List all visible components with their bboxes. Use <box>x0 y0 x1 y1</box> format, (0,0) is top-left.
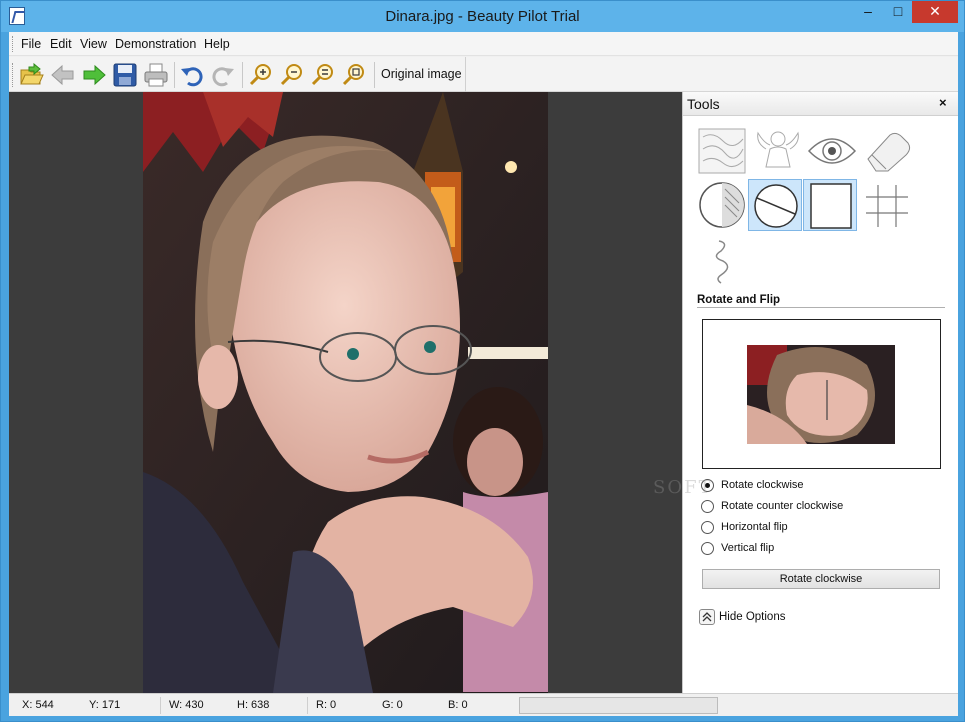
radio-rotate-ccw[interactable] <box>701 500 714 513</box>
toolbar-grip[interactable] <box>12 63 15 87</box>
print-icon[interactable] <box>142 61 170 89</box>
window-title: Dinara.jpg - Beauty Pilot Trial <box>385 8 580 25</box>
status-y: Y: 171 <box>89 699 121 711</box>
status-red: R: 0 <box>316 699 337 711</box>
status-bar: X: 544 Y: 171 W: 430 H: 638 R: 0 G: 0 B:… <box>9 693 958 716</box>
rotate-clockwise-button[interactable]: Rotate clockwise <box>702 569 940 589</box>
option-label: Vertical flip <box>721 542 775 554</box>
section-title: Rotate and Flip <box>697 294 781 306</box>
client-area: File Edit View Demonstration Help Origin… <box>9 32 958 716</box>
contrast-tool-icon[interactable] <box>695 179 749 231</box>
status-separator <box>160 697 161 714</box>
minimize-button[interactable]: – <box>853 1 883 23</box>
menu-grip[interactable] <box>12 36 15 52</box>
watermark: SOFT <box>653 477 713 498</box>
maximize-button[interactable]: □ <box>883 1 913 23</box>
rotation-preview <box>702 319 941 469</box>
zoom-fit-icon[interactable] <box>309 61 337 89</box>
menu-bar: File Edit View Demonstration Help <box>9 32 958 56</box>
toolbar-separator <box>174 62 175 88</box>
option-label: Rotate counter clockwise <box>721 500 844 512</box>
status-separator <box>307 697 308 714</box>
menu-view[interactable]: View <box>80 37 107 51</box>
progress-bar <box>519 697 718 714</box>
toolbar-end <box>465 57 466 92</box>
option-label: Horizontal flip <box>721 521 788 533</box>
toolbar: Original image <box>9 57 958 92</box>
app-window: Dinara.jpg - Beauty Pilot Trial – □ ✕ Fi… <box>0 0 965 722</box>
status-width: W: 430 <box>169 699 204 711</box>
zoom-actual-icon[interactable] <box>340 61 368 89</box>
rotate-flip-tool-icon[interactable] <box>748 179 802 231</box>
preview-image <box>747 345 895 444</box>
radio-vertical-flip[interactable] <box>701 542 714 555</box>
status-x: X: 544 <box>22 699 54 711</box>
eraser-tool-icon[interactable] <box>860 125 914 177</box>
photo-image <box>143 92 548 693</box>
save-icon[interactable] <box>111 61 139 89</box>
menu-help[interactable]: Help <box>204 37 230 51</box>
toolbar-separator <box>242 62 243 88</box>
title-bar: Dinara.jpg - Beauty Pilot Trial – □ ✕ <box>1 1 964 32</box>
undo-icon[interactable] <box>178 61 206 89</box>
tools-panel: Tools × Rotate and Flip Rotate clockwise… <box>653 92 958 693</box>
section-divider <box>697 307 945 308</box>
status-green: G: 0 <box>382 699 403 711</box>
menu-demonstration[interactable]: Demonstration <box>115 37 196 51</box>
crop-tool-icon[interactable] <box>803 179 857 231</box>
option-label: Rotate clockwise <box>721 479 804 491</box>
radio-horizontal-flip[interactable] <box>701 521 714 534</box>
grid-tool-icon[interactable] <box>860 179 914 231</box>
zoom-out-icon[interactable] <box>278 61 306 89</box>
hide-options-label: Hide Options <box>719 611 786 623</box>
texture-tool-icon[interactable] <box>695 125 749 177</box>
tools-title: Tools <box>687 96 720 112</box>
zoom-in-icon[interactable] <box>247 61 275 89</box>
original-image-button[interactable]: Original image <box>381 67 462 81</box>
image-canvas[interactable] <box>9 92 682 693</box>
open-icon[interactable] <box>18 61 46 89</box>
eye-tool-icon[interactable] <box>805 125 859 177</box>
forward-arrow-icon[interactable] <box>80 61 108 89</box>
redo-icon[interactable] <box>209 61 237 89</box>
close-button[interactable]: ✕ <box>912 1 958 23</box>
tools-header: Tools × <box>683 92 958 116</box>
tools-close-button[interactable]: × <box>939 95 947 110</box>
back-arrow-icon[interactable] <box>49 61 77 89</box>
status-height: H: 638 <box>237 699 270 711</box>
angel-tool-icon[interactable] <box>750 125 804 177</box>
chevron-up-icon[interactable] <box>699 609 715 625</box>
curve-tool-icon[interactable] <box>695 233 749 285</box>
status-blue: B: 0 <box>448 699 468 711</box>
toolbar-separator <box>374 62 375 88</box>
menu-file[interactable]: File <box>21 37 41 51</box>
menu-edit[interactable]: Edit <box>50 37 72 51</box>
